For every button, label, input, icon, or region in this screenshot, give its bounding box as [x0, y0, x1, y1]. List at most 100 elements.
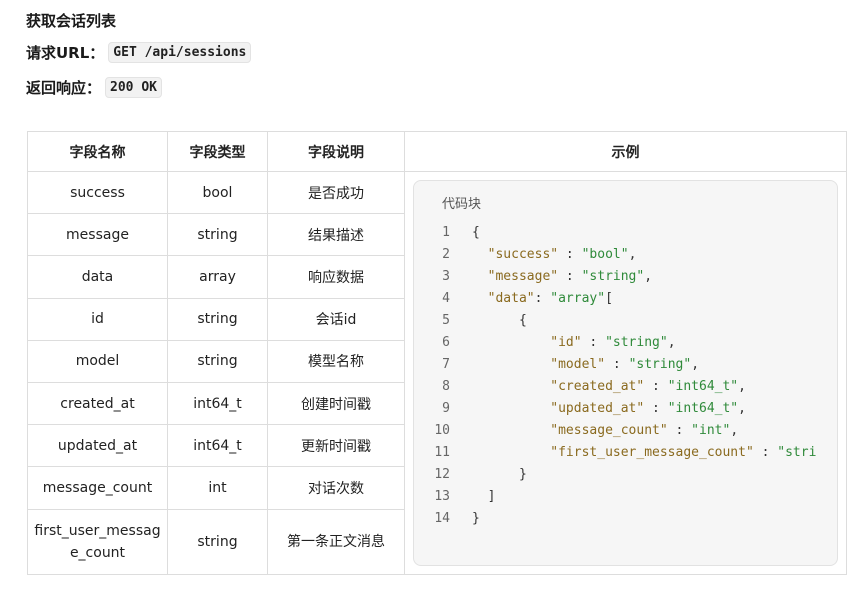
code-token-str: "int64_t": [667, 379, 739, 394]
code-line: 13 ]: [414, 486, 837, 508]
code-line: 4 "data": "array"[: [414, 288, 837, 310]
field-desc-cell: 更新时间戳: [267, 424, 405, 468]
code-token-key: "id": [550, 335, 582, 350]
field-name-cell: updated_at: [27, 424, 168, 468]
code-text: }: [450, 464, 527, 486]
field-type-cell: int: [167, 466, 268, 510]
code-token-punc: ,: [730, 423, 739, 438]
code-text: "message" : "string",: [450, 266, 652, 288]
code-token-key: "first_user_message_count": [550, 445, 754, 460]
field-desc-cell: 会话id: [267, 297, 405, 341]
line-number: 7: [442, 357, 450, 372]
response-line: 返回响应： 200 OK: [26, 77, 162, 98]
code-text: "created_at" : "int64_t",: [450, 376, 746, 398]
code-token-punc: :: [644, 379, 668, 394]
code-line: 2 "success" : "bool",: [414, 244, 837, 266]
code-token-punc: :: [558, 269, 582, 284]
code-line: 7 "model" : "string",: [414, 354, 837, 376]
field-name-cell: first_user_message_count: [27, 508, 168, 576]
field-name-cell: message: [27, 213, 168, 257]
field-name-cell: message_count: [27, 466, 168, 510]
code-token-punc: :: [605, 357, 629, 372]
table-row: success bool 是否成功 代码块 1{2 "success" : "b…: [27, 170, 847, 575]
field-name-cell: id: [27, 297, 168, 341]
code-token-punc: :: [581, 335, 606, 350]
code-text: "updated_at" : "int64_t",: [450, 398, 746, 420]
code-line: 12 }: [414, 464, 837, 486]
page-title-text: 获取会话列表: [26, 12, 117, 30]
code-token-punc: :: [558, 247, 582, 262]
code-line: 3 "message" : "string",: [414, 266, 837, 288]
line-number: 1: [442, 225, 450, 240]
field-type-cell: bool: [167, 170, 268, 215]
code-token-punc: {: [518, 313, 527, 328]
code-token-punc: }: [518, 467, 527, 482]
code-line: 8 "created_at" : "int64_t",: [414, 376, 837, 398]
request-url-label: 请求URL：: [26, 44, 105, 62]
field-table: 字段名称 字段类型 字段说明 示例 success bool 是否成功 代码块 …: [27, 131, 847, 576]
code-token-str: "string": [581, 269, 645, 284]
field-desc-cell: 第一条正文消息: [267, 508, 405, 576]
code-token-punc: ,: [628, 247, 637, 262]
code-text: ]: [450, 486, 496, 508]
code-token-key: "message": [487, 269, 559, 284]
code-block: 代码块 1 {2 "success" : "bool", 3 "message" :…: [413, 180, 838, 566]
line-number: 8: [442, 379, 450, 394]
field-desc-cell: 对话次数: [267, 466, 405, 510]
field-desc-cell: 创建时间戳: [267, 382, 405, 426]
field-type-cell: int64_t: [167, 382, 268, 426]
code-text: "model" : "string",: [450, 354, 699, 376]
code-token-key: "data": [487, 291, 535, 306]
code-token-punc: :: [753, 445, 778, 460]
request-url-code: GET /api/sessions: [108, 42, 252, 63]
code-line: 9 "updated_at" : "int64_t",: [414, 398, 837, 420]
code-text: "success" : "bool",: [450, 244, 637, 266]
code-token-punc: ]: [487, 489, 496, 504]
code-token-str: "string": [628, 357, 692, 372]
line-number: 12: [434, 467, 450, 482]
code-text: {: [450, 310, 527, 332]
code-token-punc: :: [667, 423, 692, 438]
header-field-type: 字段类型: [167, 131, 268, 172]
code-token-punc: ,: [691, 357, 700, 372]
line-number: 14: [434, 511, 450, 526]
code-token-punc: ,: [738, 379, 746, 394]
response-label: 返回响应：: [26, 79, 102, 97]
code-line: 14}: [414, 508, 837, 530]
field-desc-cell: 模型名称: [267, 339, 405, 384]
field-name-cell: created_at: [27, 382, 168, 426]
code-token-key: "created_at": [550, 379, 645, 394]
line-number: 11: [434, 445, 450, 460]
field-type-cell: array: [167, 255, 268, 299]
code-line: 11 "first_user_message_count" : "stri: [414, 442, 837, 464]
code-token-key: "success": [487, 247, 559, 262]
code-text: "message_count" : "int",: [450, 420, 738, 442]
field-type-cell: int64_t: [167, 424, 268, 468]
code-token-str: "int": [691, 423, 731, 438]
line-number: 5: [442, 313, 450, 328]
field-desc-cell: 结果描述: [267, 213, 405, 257]
header-example: 示例: [404, 131, 847, 172]
code-token-key: "model": [550, 357, 606, 372]
code-token-punc: ,: [667, 335, 676, 350]
code-token-punc: {: [472, 225, 480, 240]
code-token-key: "updated_at": [550, 401, 645, 416]
code-block-label: 代码块: [442, 197, 482, 212]
response-code: 200 OK: [105, 77, 162, 98]
line-number: 4: [442, 291, 450, 306]
table-body: success bool 是否成功 代码块 1{2 "success" : "b…: [27, 170, 847, 576]
field-type-cell: string: [167, 297, 268, 341]
code-token-punc: :: [534, 291, 551, 306]
code-token-str: "int64_t": [667, 401, 739, 416]
code-token-str: "stri: [777, 445, 817, 460]
code-text: "id" : "string",: [450, 332, 676, 354]
code-token-punc: :: [644, 401, 668, 416]
header-field-name: 字段名称: [27, 131, 168, 172]
page-title: 获取会话列表: [26, 10, 116, 31]
code-text: "first_user_message_count" : "stri: [450, 442, 816, 464]
code-token-str: "string": [605, 335, 668, 350]
line-number: 6: [442, 335, 450, 350]
example-cell: 代码块 1 {2 "success" : "bool", 3 "message" :…: [404, 171, 847, 575]
code-token-punc: ,: [644, 269, 653, 284]
code-token-punc: ,: [738, 401, 746, 416]
